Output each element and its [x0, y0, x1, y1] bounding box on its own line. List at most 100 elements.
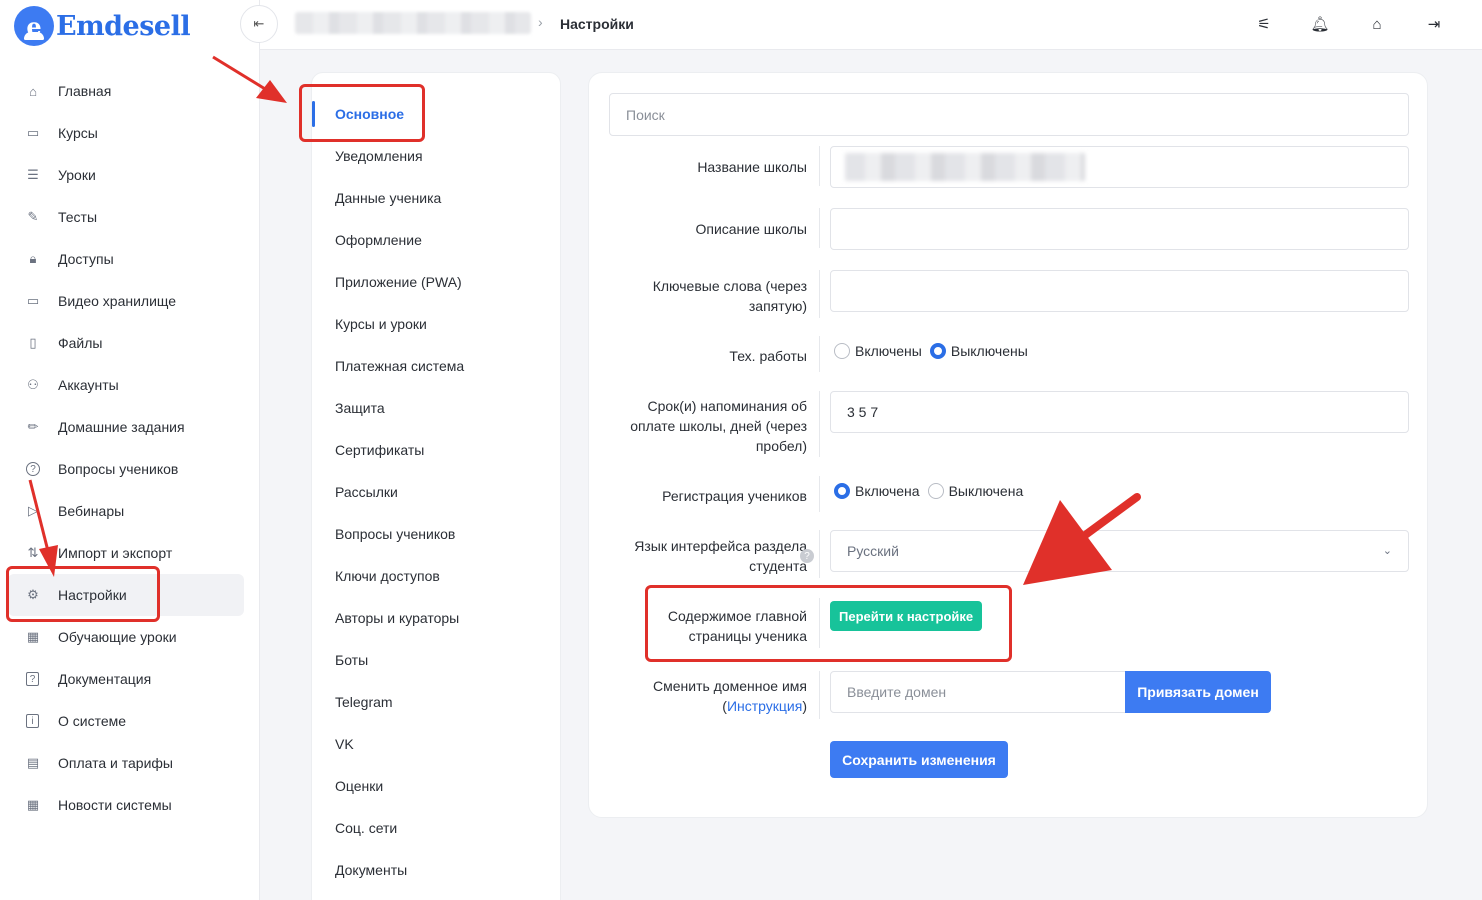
sidebar-item-webinars[interactable]: ▷ Вебинары [0, 490, 260, 532]
sidebar-item-label: Оплата и тарифы [58, 755, 173, 771]
sidebar-item-homework[interactable]: ✏ Домашние задания [0, 406, 260, 448]
sidebar-item-label: Импорт и экспорт [58, 545, 173, 561]
divider [819, 336, 820, 372]
language-label: Язык интерфейса раздела студента [634, 536, 807, 576]
home-settings-icon[interactable]: ⌂ [1367, 14, 1387, 34]
sidebar-item-access[interactable]: 🔒︎ Доступы [0, 238, 260, 280]
registration-on-label[interactable]: Включена [855, 483, 920, 499]
save-changes-button[interactable]: Сохранить изменения [830, 741, 1008, 778]
maintenance-on-label[interactable]: Включены [855, 343, 922, 359]
settings-tab-access-keys[interactable]: Ключи доступов [312, 555, 562, 597]
settings-tab-telegram[interactable]: Telegram [312, 681, 562, 723]
top-header: ⇤ › Настройки ⚟ 🔔︎ ⌂ ⇥ [240, 0, 1482, 50]
sidebar-item-video-storage[interactable]: ▭ Видео хранилище [0, 280, 260, 322]
keywords-field[interactable] [830, 270, 1409, 312]
search-input[interactable]: Поиск [609, 93, 1409, 136]
settings-tab-certificates[interactable]: Сертификаты [312, 429, 562, 471]
sidebar-item-student-questions[interactable]: ? Вопросы учеников [0, 448, 260, 490]
language-select[interactable]: Русский ⌄ [830, 530, 1409, 572]
collapse-sidebar-button[interactable]: ⇤ [240, 5, 278, 43]
settings-tab-social[interactable]: Соц. сети [312, 807, 562, 849]
school-description-field[interactable] [830, 208, 1409, 250]
sidebar-item-about[interactable]: i О системе [0, 700, 260, 742]
registration-radio-group: Включена Выключена [834, 483, 1031, 499]
settings-tab-pwa[interactable]: Приложение (PWA) [312, 261, 562, 303]
registration-on-radio[interactable] [834, 483, 850, 499]
news-icon: ▦ [26, 797, 40, 812]
home-icon: ⌂ [29, 83, 37, 99]
reminder-days-field[interactable]: 3 5 7 [830, 391, 1409, 433]
sidebar-item-label: Главная [58, 83, 112, 99]
settings-tab-payment[interactable]: Платежная система [312, 345, 562, 387]
maintenance-on-radio[interactable] [834, 343, 850, 359]
language-select-value: Русский [847, 543, 899, 559]
sidebar-item-label: Вебинары [58, 503, 125, 519]
sidebar-item-news[interactable]: ▦ Новости системы [0, 784, 260, 826]
sidebar-item-files[interactable]: ▯ Файлы [0, 322, 260, 364]
domain-label-line-1: Сменить доменное имя [653, 678, 807, 694]
maintenance-off-radio[interactable] [929, 343, 946, 359]
settings-tab-courses-lessons[interactable]: Курсы и уроки [312, 303, 562, 345]
sidebar-item-courses[interactable]: ▭ Курсы [0, 112, 260, 154]
school-description-label: Описание школы [695, 221, 807, 237]
sidebar-item-label: Новости системы [58, 797, 172, 813]
pencil-icon: ✏ [27, 419, 39, 434]
sidebar-item-label: Уроки [58, 167, 96, 183]
school-name-field[interactable] [830, 146, 1409, 188]
sidebar-item-tutorials[interactable]: ▦ Обучающие уроки [0, 616, 260, 658]
sidebar-item-label: Вопросы учеников [58, 461, 179, 477]
annotation-box-settings [6, 566, 160, 622]
sidebar-item-lessons[interactable]: ☰ Уроки [0, 154, 260, 196]
registration-label: Регистрация учеников [662, 488, 807, 504]
settings-tab-mailings[interactable]: Рассылки [312, 471, 562, 513]
logout-icon[interactable]: ⇥ [1424, 14, 1444, 34]
help-tooltip-icon[interactable]: ? [800, 549, 814, 563]
domain-paren-close: ) [802, 698, 807, 714]
filters-icon[interactable]: ⚟ [1254, 14, 1274, 34]
settings-form: Поиск Название школы Описание школы Ключ… [588, 72, 1428, 818]
maintenance-off-label[interactable]: Выключены [951, 343, 1028, 359]
language-label-line-2: студента [749, 558, 807, 574]
registration-off-label[interactable]: Выключена [949, 483, 1024, 499]
edit-icon: ✎ [27, 209, 39, 224]
settings-tab-documents[interactable]: Документы [312, 849, 562, 891]
question-icon: ? [26, 462, 40, 476]
chevron-down-icon: ⌄ [1382, 545, 1392, 557]
settings-tab-appearance[interactable]: Оформление [312, 219, 562, 261]
bell-icon[interactable]: 🔔︎ [1310, 14, 1330, 34]
sidebar-item-billing[interactable]: ▤ Оплата и тарифы [0, 742, 260, 784]
domain-label: Сменить доменное имя (Инструкция) [653, 676, 807, 716]
keywords-label-line-2: запятую) [748, 298, 807, 314]
sidebar-item-documentation[interactable]: ? Документация [0, 658, 260, 700]
sidebar-item-home[interactable]: ⌂ Главная [0, 70, 260, 112]
logo[interactable]: e Emdesell [14, 6, 191, 46]
annotation-box-homepage-content [645, 585, 1012, 662]
domain-input[interactable]: Введите домен [830, 671, 1126, 713]
sidebar-item-label: Домашние задания [58, 419, 185, 435]
sidebar-item-accounts[interactable]: ⚇ Аккаунты [0, 364, 260, 406]
sidebar-item-label: Курсы [58, 125, 98, 141]
settings-tab-vk[interactable]: VK [312, 723, 562, 765]
settings-tab-authors[interactable]: Авторы и кураторы [312, 597, 562, 639]
bind-domain-button[interactable]: Привязать домен [1125, 671, 1271, 713]
file-icon: ▯ [29, 335, 37, 350]
settings-tab-student-questions[interactable]: Вопросы учеников [312, 513, 562, 555]
settings-tab-bots[interactable]: Боты [312, 639, 562, 681]
divider [819, 530, 820, 578]
breadcrumb-redacted[interactable] [295, 12, 531, 34]
breadcrumb-current: Настройки [560, 16, 634, 32]
divider [819, 208, 820, 248]
settings-tab-student-data[interactable]: Данные ученика [312, 177, 562, 219]
keywords-label-line-1: Ключевые слова (через [652, 278, 807, 294]
book-icon: ▭ [26, 125, 40, 140]
play-icon: ▷ [28, 503, 38, 518]
maintenance-label: Тех. работы [729, 348, 807, 364]
settings-tab-ratings[interactable]: Оценки [312, 765, 562, 807]
settings-tab-protection[interactable]: Защита [312, 387, 562, 429]
sidebar-item-tests[interactable]: ✎ Тесты [0, 196, 260, 238]
registration-off-radio[interactable] [927, 483, 944, 499]
instruction-link[interactable]: Инструкция [727, 698, 802, 714]
film-icon: ▦ [26, 629, 40, 644]
language-label-line-1: Язык интерфейса раздела [634, 538, 807, 554]
video-icon: ▭ [26, 293, 40, 308]
